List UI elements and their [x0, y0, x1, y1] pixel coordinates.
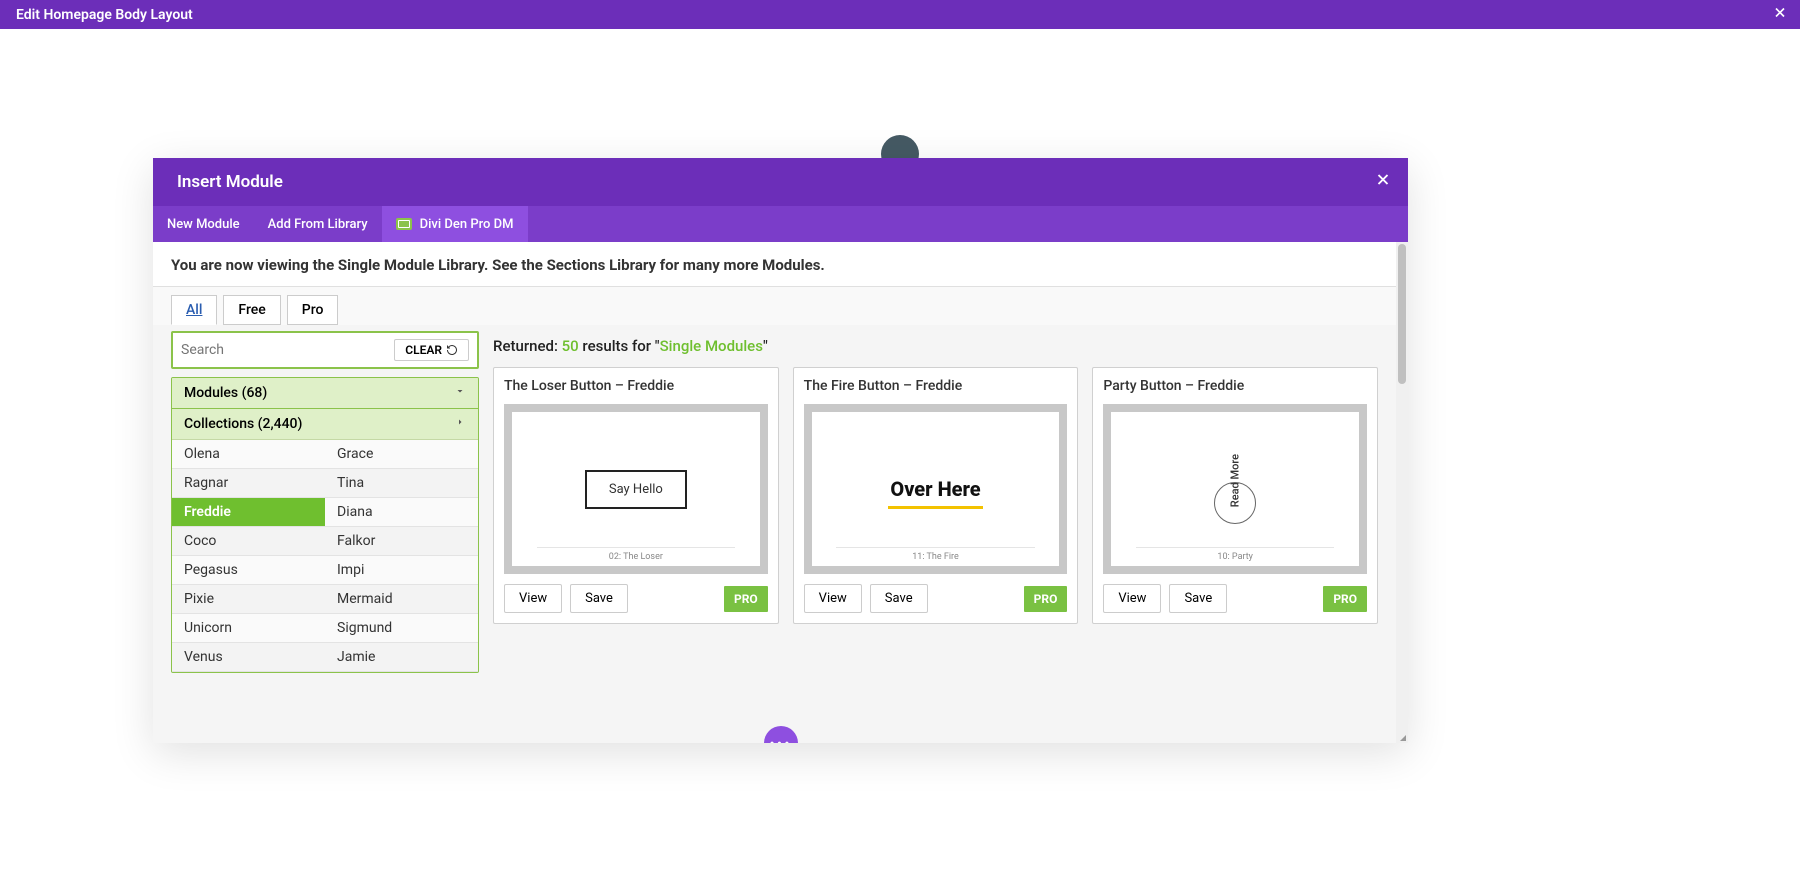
page-header: Edit Homepage Body Layout: [0, 0, 1800, 29]
modal-body: You are now viewing the Single Module Li…: [153, 242, 1408, 743]
preview-divider: [537, 547, 735, 548]
preview-footer-label: 02: The Loser: [512, 552, 760, 562]
save-button[interactable]: Save: [570, 584, 628, 613]
collections-grid: OlenaGraceRagnarTinaFreddieDianaCocoFalk…: [172, 440, 478, 672]
results-summary: Returned: 50 results for "Single Modules…: [493, 331, 1378, 367]
chevron-right-icon: [454, 416, 466, 432]
library-notice: You are now viewing the Single Module Li…: [153, 242, 1396, 287]
collection-item-venus[interactable]: Venus: [172, 643, 325, 672]
save-button[interactable]: Save: [1169, 584, 1227, 613]
collection-item-coco[interactable]: Coco: [172, 527, 325, 556]
card-title: The Fire Button – Freddie: [804, 378, 1068, 394]
scrollbar-thumb[interactable]: [1398, 244, 1406, 384]
modal-title: Insert Module: [177, 172, 283, 192]
filter-tab-pro[interactable]: Pro: [287, 295, 339, 325]
module-card: Party Button – Freddie Read More 10: Party…: [1092, 367, 1378, 624]
filter-tabs: All Free Pro: [171, 295, 1378, 325]
filter-tab-free[interactable]: Free: [223, 295, 280, 325]
collection-item-ragnar[interactable]: Ragnar: [172, 469, 325, 498]
card-title: The Loser Button – Freddie: [504, 378, 768, 394]
card-preview-inner: Read More 10: Party: [1111, 412, 1359, 566]
pro-badge: PRO: [1024, 586, 1068, 612]
card-title: Party Button – Freddie: [1103, 378, 1367, 394]
collection-item-diana[interactable]: Diana: [325, 498, 478, 527]
collection-item-sigmund[interactable]: Sigmund: [325, 614, 478, 643]
tab-add-from-library[interactable]: Add From Library: [254, 206, 382, 242]
modal-close-button[interactable]: [1374, 171, 1392, 194]
collection-item-unicorn[interactable]: Unicorn: [172, 614, 325, 643]
preview-circle-icon: [1214, 482, 1256, 524]
collection-item-grace[interactable]: Grace: [325, 440, 478, 469]
filter-strip: All Free Pro: [153, 287, 1396, 325]
preview-footer-label: 11: The Fire: [812, 552, 1060, 562]
modal-tabs: New Module Add From Library Divi Den Pro…: [153, 206, 1408, 242]
divi-den-icon: [396, 218, 412, 230]
tab-divi-den-pro[interactable]: Divi Den Pro DM: [382, 206, 528, 242]
collection-item-falkor[interactable]: Falkor: [325, 527, 478, 556]
refresh-icon: [446, 344, 458, 356]
card-actions: View Save PRO: [504, 584, 768, 613]
module-card: The Fire Button – Freddie Over Here 11: Th…: [793, 367, 1079, 624]
page-close-icon[interactable]: [1772, 4, 1788, 25]
card-preview: Over Here 11: The Fire: [804, 404, 1068, 574]
accordion-collections-label: Collections (2,440): [184, 416, 302, 432]
collection-item-mermaid[interactable]: Mermaid: [325, 585, 478, 614]
preview-say-hello-button: Say Hello: [585, 470, 687, 509]
preview-over-here-text: Over Here: [890, 477, 980, 501]
chevron-down-icon: [454, 385, 466, 401]
results-area: Returned: 50 results for "Single Modules…: [493, 331, 1378, 624]
card-preview-inner: Over Here 11: The Fire: [812, 412, 1060, 566]
accordion-modules[interactable]: Modules (68): [172, 378, 478, 409]
preview-read-more: Read More: [1207, 454, 1263, 524]
collection-item-jamie[interactable]: Jamie: [325, 643, 478, 672]
tab-divi-den-label: Divi Den Pro DM: [420, 217, 514, 232]
card-preview: Say Hello 02: The Loser: [504, 404, 768, 574]
clear-label: CLEAR: [405, 343, 442, 357]
collection-item-pegasus[interactable]: Pegasus: [172, 556, 325, 585]
returned-suffix: ": [763, 337, 768, 355]
collection-item-freddie[interactable]: Freddie: [172, 498, 325, 527]
pro-badge: PRO: [1323, 586, 1367, 612]
scrollbar[interactable]: [1396, 242, 1408, 743]
preview-divider: [1136, 547, 1334, 548]
sidebar: CLEAR Modules (68) Collections (2,440): [171, 331, 479, 673]
returned-prefix: Returned:: [493, 337, 562, 355]
content-row: CLEAR Modules (68) Collections (2,440): [153, 325, 1396, 691]
tab-new-module[interactable]: New Module: [153, 206, 254, 242]
search-input[interactable]: [181, 342, 394, 358]
clear-button[interactable]: CLEAR: [394, 339, 469, 361]
card-preview: Read More 10: Party: [1103, 404, 1367, 574]
view-button[interactable]: View: [504, 584, 562, 613]
card-row: The Loser Button – Freddie Say Hello 02: T…: [493, 367, 1378, 624]
pro-badge: PRO: [724, 586, 768, 612]
search-row: CLEAR: [171, 331, 479, 369]
collection-item-pixie[interactable]: Pixie: [172, 585, 325, 614]
canvas: Insert Module New Module Add From Librar…: [0, 29, 1800, 871]
card-preview-inner: Say Hello 02: The Loser: [512, 412, 760, 566]
view-button[interactable]: View: [1103, 584, 1161, 613]
returned-count: 50: [562, 337, 579, 355]
preview-footer-label: 10: Party: [1111, 552, 1359, 562]
card-actions: View Save PRO: [804, 584, 1068, 613]
module-card: The Loser Button – Freddie Say Hello 02: T…: [493, 367, 779, 624]
accordion-collections[interactable]: Collections (2,440): [172, 409, 478, 440]
preview-divider: [836, 547, 1034, 548]
collection-item-impi[interactable]: Impi: [325, 556, 478, 585]
collection-item-olena[interactable]: Olena: [172, 440, 325, 469]
accordion: Modules (68) Collections (2,440) OlenaGr…: [171, 377, 479, 673]
filter-tab-all[interactable]: All: [171, 295, 217, 325]
accordion-modules-label: Modules (68): [184, 385, 267, 401]
modal-header: Insert Module: [153, 158, 1408, 206]
collection-item-tina[interactable]: Tina: [325, 469, 478, 498]
returned-mid: results for ": [579, 337, 660, 355]
card-actions: View Save PRO: [1103, 584, 1367, 613]
resize-corner-icon[interactable]: [1400, 735, 1406, 741]
save-button[interactable]: Save: [870, 584, 928, 613]
returned-term: Single Modules: [660, 337, 763, 355]
insert-module-modal: Insert Module New Module Add From Librar…: [153, 158, 1408, 743]
page-title: Edit Homepage Body Layout: [16, 7, 193, 23]
view-button[interactable]: View: [804, 584, 862, 613]
